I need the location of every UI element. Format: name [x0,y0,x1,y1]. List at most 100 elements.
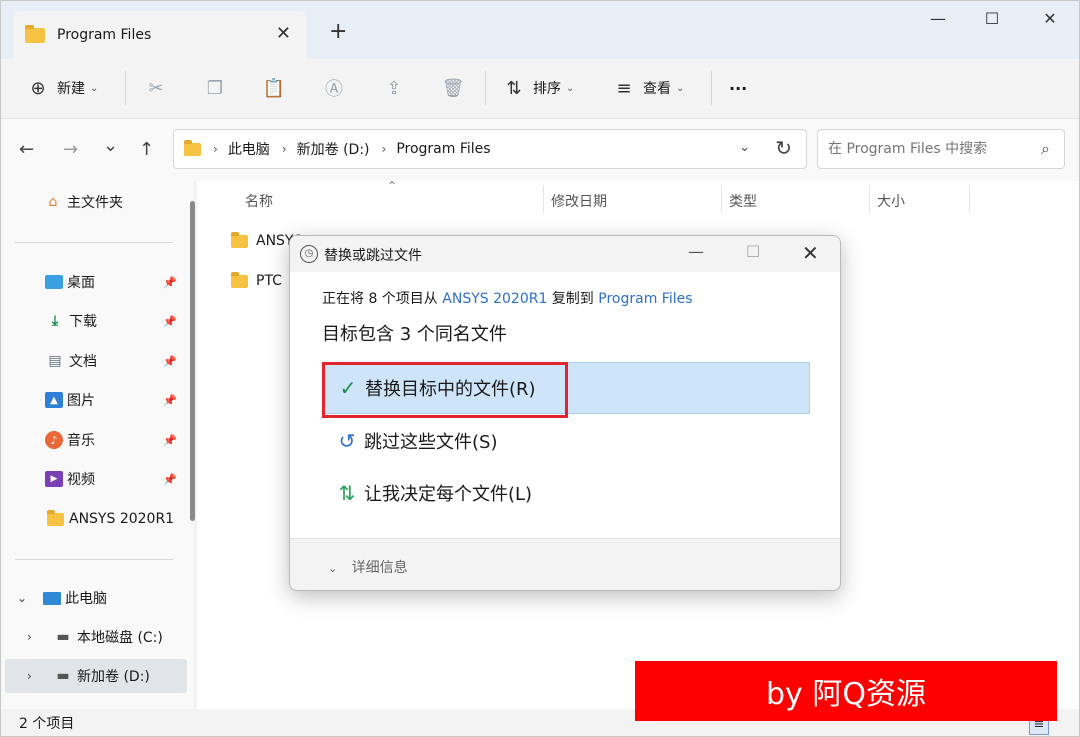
sidebar-scrollbar[interactable] [190,201,195,521]
new-button[interactable]: ⊕ 新建 ⌄ [27,73,98,103]
sidebar-divider [15,242,173,243]
dialog-minimize-button[interactable]: — [688,242,704,261]
scissors-icon: ✂ [148,77,164,99]
minimize-button[interactable]: — [915,9,961,33]
pin-icon[interactable]: 📌 [163,473,177,486]
details-toggle[interactable]: ⌄ 详细信息 [328,557,408,577]
maximize-button[interactable]: ☐ [969,9,1015,33]
drive-icon: ▬ [56,668,70,684]
navigation-pane: ⌂ 主文件夹 桌面 📌 ⤓ 下载 📌 ▤ 文档 📌 ▲ 图片 📌 ♪ 音乐 📌 [1,181,193,709]
dialog-close-button[interactable]: ✕ [802,241,819,265]
folder-icon [231,271,248,288]
music-icon: ♪ [45,431,63,449]
column-header-size[interactable]: 大小 [877,191,905,211]
sidebar-item-music[interactable]: ♪ 音乐 📌 [1,423,183,457]
copy-middle: 复制到 [551,291,594,307]
close-button[interactable]: ✕ [1027,9,1073,33]
source-link[interactable]: ANSYS 2020R1 [442,291,547,307]
share-button[interactable]: ⇪ [383,73,405,103]
up-button[interactable]: ↑ [139,139,154,160]
column-divider[interactable] [543,185,544,213]
decide-each-file-option[interactable]: ⇅ 让我决定每个文件(L) [322,467,810,519]
more-options-button[interactable]: ··· [729,73,747,103]
tab-program-files[interactable]: Program Files ✕ [13,11,307,59]
download-icon: ⤓ [51,313,59,329]
column-divider[interactable] [969,185,970,213]
view-label: 查看 [643,81,671,97]
annotation-highlight-box [322,362,568,418]
search-box[interactable]: ⌕ [817,129,1065,169]
details-label: 详细信息 [351,560,408,576]
folder-icon [25,24,45,43]
option-label: 让我决定每个文件(L) [364,484,533,505]
forward-button[interactable]: → [63,139,78,160]
refresh-icon[interactable]: ↻ [775,136,792,160]
watermark-banner: by 阿Q资源 [635,661,1057,721]
pin-icon[interactable]: 📌 [163,355,177,368]
breadcrumb-program-files[interactable]: Program Files [396,141,490,157]
column-header-name[interactable]: 名称 [245,191,273,211]
sidebar-item-drive-d[interactable]: › ▬ 新加卷 (D:) [5,659,187,693]
address-bar[interactable]: › 此电脑 › 新加卷 (D:) › Program Files ⌄ ↻ [173,129,807,169]
copy-button[interactable]: ❐ [204,73,226,103]
chevron-right-icon[interactable]: › [27,630,41,644]
cut-button[interactable]: ✂ [145,73,167,103]
sidebar-item-videos[interactable]: ▶ 视频 📌 [1,462,183,496]
sidebar-item-pictures[interactable]: ▲ 图片 📌 [1,383,183,417]
sort-button[interactable]: ⇅ 排序 ⌄ [503,73,574,103]
plus-circle-icon: ⊕ [30,77,46,99]
breadcrumb-drive-d[interactable]: 新加卷 (D:) [297,139,370,159]
dialog-title: 替换或跳过文件 [324,248,422,264]
back-button[interactable]: ← [19,139,34,160]
sidebar-item-documents[interactable]: ▤ 文档 📌 [1,344,183,378]
drive-icon: ▬ [56,629,70,645]
title-bar: Program Files ✕ + — ☐ ✕ [1,1,1079,59]
column-header-type[interactable]: 类型 [729,191,757,211]
sidebar-item-desktop[interactable]: 桌面 📌 [1,265,183,299]
recent-locations-button[interactable]: ⌄ [103,135,118,156]
target-link[interactable]: Program Files [598,291,692,307]
chevron-down-icon: ⌄ [676,82,685,94]
pin-icon[interactable]: 📌 [163,315,177,328]
sidebar-item-label: 视频 [67,472,95,488]
file-name: PTC [256,273,282,289]
rename-button[interactable]: Ⓐ [323,73,345,103]
chevron-down-icon[interactable]: ⌄ [739,140,750,155]
new-label: 新建 [57,81,85,97]
column-header-modified[interactable]: 修改日期 [551,191,607,211]
sidebar-item-label: 音乐 [67,433,95,449]
sidebar-item-ansys[interactable]: ANSYS 2020R1 [1,502,183,536]
sidebar-item-label: 本地磁盘 (C:) [77,630,163,646]
paste-button[interactable]: 📋 [263,73,285,103]
pin-icon[interactable]: 📌 [163,276,177,289]
tab-close-icon[interactable]: ✕ [276,23,291,44]
chevron-down-icon[interactable]: ⌄ [17,591,31,605]
sidebar-item-label: 此电脑 [65,591,107,607]
new-tab-button[interactable]: + [329,19,347,44]
skip-files-option[interactable]: ↺ 跳过这些文件(S) [322,415,810,467]
list-view-icon: ≡ [616,77,632,99]
sidebar-item-downloads[interactable]: ⤓ 下载 📌 [1,304,183,338]
search-input[interactable] [828,141,1028,157]
column-divider[interactable] [721,185,722,213]
chevron-down-icon: ⌄ [328,562,338,575]
toolbar-divider [125,71,126,105]
dialog-title-bar: ◷ 替换或跳过文件 — ☐ ✕ [290,236,840,272]
view-button[interactable]: ≡ 查看 ⌄ [613,73,684,103]
sidebar-item-this-pc[interactable]: ⌄ 此电脑 [1,581,183,615]
pin-icon[interactable]: 📌 [163,394,177,407]
table-row[interactable]: PTC [231,271,282,289]
sort-ascending-icon: ⌃ [387,179,398,193]
sidebar-item-label: ANSYS 2020R1 [69,511,175,527]
pin-icon[interactable]: 📌 [163,434,177,447]
copy-prefix: 正在将 8 个项目从 [322,291,438,307]
chevron-right-icon[interactable]: › [27,669,41,683]
column-divider[interactable] [869,185,870,213]
sidebar-item-drive-c[interactable]: › ▬ 本地磁盘 (C:) [1,620,183,654]
search-icon[interactable]: ⌕ [1041,139,1050,159]
breadcrumb-this-pc[interactable]: 此电脑 [228,139,270,159]
delete-button[interactable]: 🗑 [442,73,465,103]
column-label: 名称 [245,194,273,210]
command-bar: ⊕ 新建 ⌄ ✂ ❐ 📋 Ⓐ ⇪ 🗑 ⇅ 排序 ⌄ ≡ 查看 ⌄ ··· [1,59,1079,119]
sidebar-item-home[interactable]: ⌂ 主文件夹 [1,185,183,219]
